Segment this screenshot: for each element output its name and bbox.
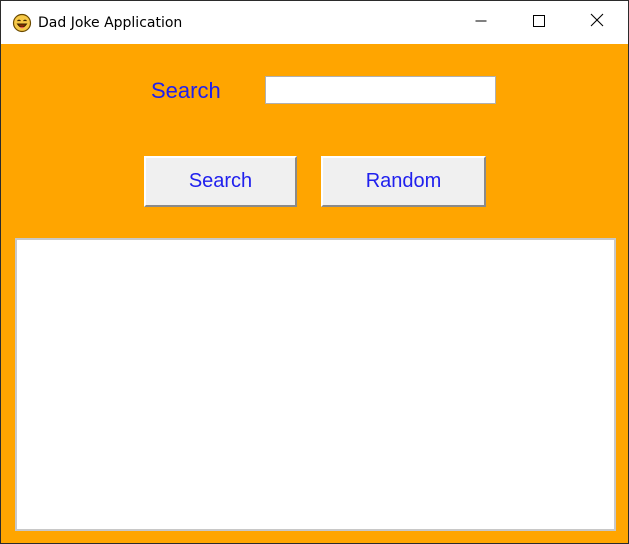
joke-output-text-area[interactable] [15, 238, 616, 531]
maximize-button[interactable] [510, 1, 568, 44]
minimize-button[interactable] [452, 1, 510, 44]
search-input[interactable] [265, 76, 496, 104]
laughing-face-icon [12, 13, 32, 33]
search-label: Search [151, 78, 221, 103]
minimize-icon [475, 14, 487, 32]
app-window: Dad Joke Application Search Search Rando… [0, 0, 629, 544]
title-bar[interactable]: Dad Joke Application [1, 1, 628, 44]
close-icon [590, 13, 604, 32]
search-button[interactable]: Search [144, 156, 297, 207]
random-button[interactable]: Random [321, 156, 486, 207]
window-title: Dad Joke Application [38, 15, 183, 31]
maximize-icon [533, 14, 545, 32]
close-button[interactable] [568, 1, 626, 44]
